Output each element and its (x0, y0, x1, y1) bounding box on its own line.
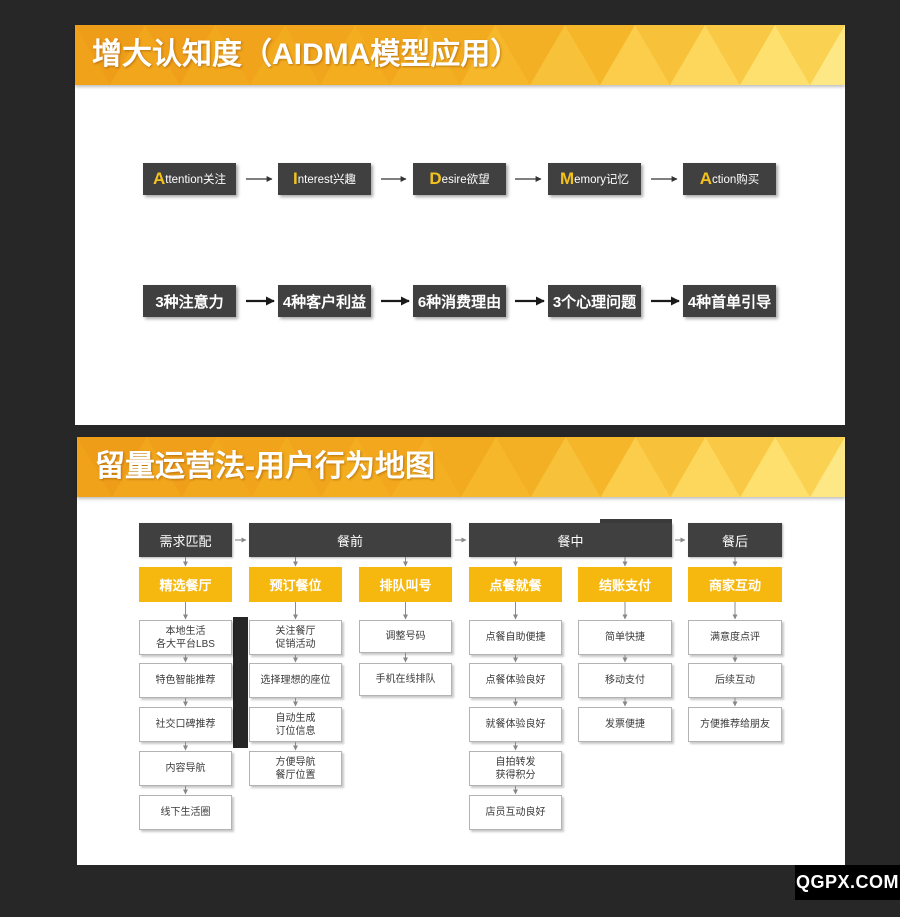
detail-box: 内容导航 (139, 751, 232, 786)
step-queue-number: 排队叫号 (359, 567, 452, 602)
detail-box: 线下生活圈 (139, 795, 232, 830)
aidma-stage-label: esire欲望 (441, 174, 490, 186)
aidma-slide-body (75, 85, 845, 425)
aidma-stage-action: Action购买 (683, 163, 776, 195)
step-merchant-interaction: 商家互动 (688, 567, 782, 602)
step-order-dine: 点餐就餐 (469, 567, 562, 602)
aidma-slide-title: 增大认知度（AIDMA模型应用） (92, 38, 521, 71)
journey-slide-title: 留量运营法-用户行为地图 (95, 450, 435, 483)
detail-box: 就餐体验良好 (469, 707, 562, 742)
phase-during-meal: 餐中 (469, 523, 672, 557)
tactic-box: 3种注意力 (143, 285, 236, 317)
detail-box: 点餐自助便捷 (469, 620, 562, 655)
phase-demand-match: 需求匹配 (139, 523, 232, 557)
aidma-stage-label: emory记忆 (574, 174, 630, 186)
aidma-stage-desire: Desire欲望 (413, 163, 506, 195)
journey-slide-header: 留量运营法-用户行为地图 (77, 437, 845, 497)
detail-box: 店员互动良好 (469, 795, 562, 830)
detail-box: 方便导航 餐厅位置 (249, 751, 342, 786)
aidma-slide-header: 增大认知度（AIDMA模型应用） (75, 25, 845, 85)
detail-box: 手机在线排队 (359, 663, 452, 696)
aidma-stage-initial: A (152, 169, 166, 188)
detail-box: 移动支付 (578, 663, 672, 698)
detail-box: 关注餐厅 促销活动 (249, 620, 342, 655)
detail-box: 方便推荐给朋友 (688, 707, 782, 742)
aidma-stage-label: nterest兴趣 (297, 174, 356, 186)
phase-after-meal: 餐后 (688, 523, 782, 557)
phase-before-meal: 餐前 (249, 523, 451, 557)
aidma-stage-memory: Memory记忆 (548, 163, 641, 195)
tactic-box: 3个心理问题 (548, 285, 641, 317)
step-checkout-pay: 结账支付 (578, 567, 672, 602)
tactic-box: 4种客户利益 (278, 285, 371, 317)
detail-box: 发票便捷 (578, 707, 672, 742)
detail-box: 选择理想的座位 (249, 663, 342, 698)
detail-box: 自拍转发 获得积分 (469, 751, 562, 786)
aidma-stage-interest: Interest兴趣 (278, 163, 371, 195)
screenshot-canvas: 增大认知度（AIDMA模型应用） Attention关注 Interest兴趣 … (0, 0, 900, 917)
detail-box: 本地生活 各大平台LBS (139, 620, 232, 655)
dark-strip-artifact (233, 617, 248, 748)
detail-box: 后续互动 (688, 663, 782, 698)
aidma-stage-initial: D (429, 169, 442, 188)
step-reserve-seat: 预订餐位 (249, 567, 342, 602)
aidma-stage-attention: Attention关注 (143, 163, 236, 195)
detail-box: 点餐体验良好 (469, 663, 562, 698)
aidma-stage-label: ttention关注 (165, 174, 226, 186)
detail-box: 满意度点评 (688, 620, 782, 655)
detail-box: 自动生成 订位信息 (249, 707, 342, 742)
step-select-restaurant: 精选餐厅 (139, 567, 232, 602)
detail-box: 简单快捷 (578, 620, 672, 655)
aidma-stage-initial: M (559, 169, 575, 188)
tactic-box: 4种首单引导 (683, 285, 776, 317)
site-watermark: QGPX.COM (795, 865, 900, 900)
detail-box: 特色智能推荐 (139, 663, 232, 698)
detail-box: 调整号码 (359, 620, 452, 653)
tactic-box: 6种消费理由 (413, 285, 506, 317)
detail-box: 社交口碑推荐 (139, 707, 232, 742)
aidma-stage-label: ction购买 (711, 174, 760, 186)
aidma-stage-initial: A (699, 169, 712, 188)
